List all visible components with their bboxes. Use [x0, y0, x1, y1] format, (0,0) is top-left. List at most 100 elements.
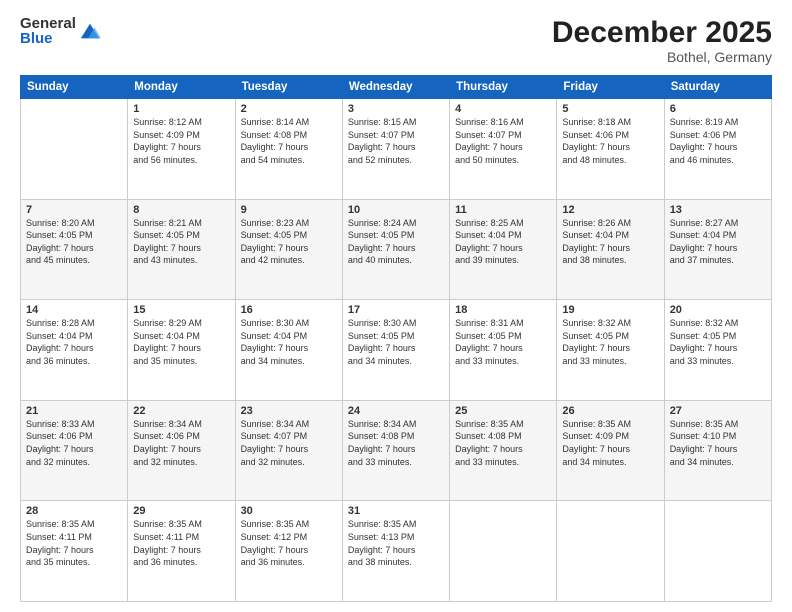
day-number: 5: [562, 103, 658, 115]
weekday-header: Sunday: [21, 76, 128, 99]
logo: General Blue: [20, 16, 101, 46]
day-number: 2: [241, 103, 337, 115]
calendar-cell: [450, 501, 557, 602]
day-number: 16: [241, 304, 337, 316]
title-block: December 2025 Bothel, Germany: [552, 16, 772, 65]
calendar-cell: 20Sunrise: 8:32 AM Sunset: 4:05 PM Dayli…: [664, 300, 771, 401]
day-number: 29: [133, 505, 229, 517]
calendar-cell: 25Sunrise: 8:35 AM Sunset: 4:08 PM Dayli…: [450, 400, 557, 501]
calendar-table: SundayMondayTuesdayWednesdayThursdayFrid…: [20, 75, 772, 602]
day-info: Sunrise: 8:35 AM Sunset: 4:08 PM Dayligh…: [455, 418, 551, 468]
logo-icon: [79, 20, 101, 42]
day-info: Sunrise: 8:35 AM Sunset: 4:10 PM Dayligh…: [670, 418, 766, 468]
day-number: 1: [133, 103, 229, 115]
page: General Blue December 2025 Bothel, Germa…: [0, 0, 792, 612]
day-number: 31: [348, 505, 444, 517]
day-info: Sunrise: 8:35 AM Sunset: 4:09 PM Dayligh…: [562, 418, 658, 468]
day-info: Sunrise: 8:27 AM Sunset: 4:04 PM Dayligh…: [670, 217, 766, 267]
logo-blue: Blue: [20, 31, 76, 46]
weekday-header: Saturday: [664, 76, 771, 99]
weekday-header-row: SundayMondayTuesdayWednesdayThursdayFrid…: [21, 76, 772, 99]
calendar-cell: 24Sunrise: 8:34 AM Sunset: 4:08 PM Dayli…: [342, 400, 449, 501]
day-info: Sunrise: 8:28 AM Sunset: 4:04 PM Dayligh…: [26, 317, 122, 367]
calendar-cell: 18Sunrise: 8:31 AM Sunset: 4:05 PM Dayli…: [450, 300, 557, 401]
day-info: Sunrise: 8:34 AM Sunset: 4:08 PM Dayligh…: [348, 418, 444, 468]
day-info: Sunrise: 8:35 AM Sunset: 4:11 PM Dayligh…: [133, 518, 229, 568]
calendar-cell: 11Sunrise: 8:25 AM Sunset: 4:04 PM Dayli…: [450, 199, 557, 300]
day-info: Sunrise: 8:30 AM Sunset: 4:05 PM Dayligh…: [348, 317, 444, 367]
day-number: 12: [562, 204, 658, 216]
calendar-cell: 13Sunrise: 8:27 AM Sunset: 4:04 PM Dayli…: [664, 199, 771, 300]
day-info: Sunrise: 8:30 AM Sunset: 4:04 PM Dayligh…: [241, 317, 337, 367]
day-info: Sunrise: 8:32 AM Sunset: 4:05 PM Dayligh…: [562, 317, 658, 367]
calendar-cell: 15Sunrise: 8:29 AM Sunset: 4:04 PM Dayli…: [128, 300, 235, 401]
calendar-week-row: 14Sunrise: 8:28 AM Sunset: 4:04 PM Dayli…: [21, 300, 772, 401]
day-info: Sunrise: 8:20 AM Sunset: 4:05 PM Dayligh…: [26, 217, 122, 267]
day-info: Sunrise: 8:18 AM Sunset: 4:06 PM Dayligh…: [562, 116, 658, 166]
day-info: Sunrise: 8:33 AM Sunset: 4:06 PM Dayligh…: [26, 418, 122, 468]
day-number: 23: [241, 405, 337, 417]
day-info: Sunrise: 8:24 AM Sunset: 4:05 PM Dayligh…: [348, 217, 444, 267]
day-number: 15: [133, 304, 229, 316]
day-info: Sunrise: 8:29 AM Sunset: 4:04 PM Dayligh…: [133, 317, 229, 367]
calendar-cell: 14Sunrise: 8:28 AM Sunset: 4:04 PM Dayli…: [21, 300, 128, 401]
calendar-cell: 8Sunrise: 8:21 AM Sunset: 4:05 PM Daylig…: [128, 199, 235, 300]
day-number: 4: [455, 103, 551, 115]
calendar-cell: 3Sunrise: 8:15 AM Sunset: 4:07 PM Daylig…: [342, 99, 449, 200]
calendar-cell: 27Sunrise: 8:35 AM Sunset: 4:10 PM Dayli…: [664, 400, 771, 501]
day-number: 21: [26, 405, 122, 417]
day-info: Sunrise: 8:12 AM Sunset: 4:09 PM Dayligh…: [133, 116, 229, 166]
calendar-cell: 31Sunrise: 8:35 AM Sunset: 4:13 PM Dayli…: [342, 501, 449, 602]
calendar-cell: [557, 501, 664, 602]
day-number: 17: [348, 304, 444, 316]
header: General Blue December 2025 Bothel, Germa…: [20, 16, 772, 65]
calendar-cell: 16Sunrise: 8:30 AM Sunset: 4:04 PM Dayli…: [235, 300, 342, 401]
day-number: 13: [670, 204, 766, 216]
day-info: Sunrise: 8:25 AM Sunset: 4:04 PM Dayligh…: [455, 217, 551, 267]
calendar-cell: 5Sunrise: 8:18 AM Sunset: 4:06 PM Daylig…: [557, 99, 664, 200]
calendar-week-row: 1Sunrise: 8:12 AM Sunset: 4:09 PM Daylig…: [21, 99, 772, 200]
calendar-cell: 22Sunrise: 8:34 AM Sunset: 4:06 PM Dayli…: [128, 400, 235, 501]
day-number: 24: [348, 405, 444, 417]
location: Bothel, Germany: [552, 49, 772, 65]
calendar-cell: 28Sunrise: 8:35 AM Sunset: 4:11 PM Dayli…: [21, 501, 128, 602]
weekday-header: Wednesday: [342, 76, 449, 99]
calendar-cell: 1Sunrise: 8:12 AM Sunset: 4:09 PM Daylig…: [128, 99, 235, 200]
day-number: 6: [670, 103, 766, 115]
calendar-cell: 26Sunrise: 8:35 AM Sunset: 4:09 PM Dayli…: [557, 400, 664, 501]
day-info: Sunrise: 8:15 AM Sunset: 4:07 PM Dayligh…: [348, 116, 444, 166]
day-info: Sunrise: 8:35 AM Sunset: 4:12 PM Dayligh…: [241, 518, 337, 568]
day-number: 26: [562, 405, 658, 417]
calendar-cell: [664, 501, 771, 602]
day-info: Sunrise: 8:26 AM Sunset: 4:04 PM Dayligh…: [562, 217, 658, 267]
calendar-cell: 21Sunrise: 8:33 AM Sunset: 4:06 PM Dayli…: [21, 400, 128, 501]
day-number: 19: [562, 304, 658, 316]
calendar-cell: 17Sunrise: 8:30 AM Sunset: 4:05 PM Dayli…: [342, 300, 449, 401]
weekday-header: Thursday: [450, 76, 557, 99]
weekday-header: Friday: [557, 76, 664, 99]
day-number: 30: [241, 505, 337, 517]
calendar-cell: 7Sunrise: 8:20 AM Sunset: 4:05 PM Daylig…: [21, 199, 128, 300]
calendar-cell: 29Sunrise: 8:35 AM Sunset: 4:11 PM Dayli…: [128, 501, 235, 602]
calendar-cell: [21, 99, 128, 200]
calendar-cell: 30Sunrise: 8:35 AM Sunset: 4:12 PM Dayli…: [235, 501, 342, 602]
day-info: Sunrise: 8:23 AM Sunset: 4:05 PM Dayligh…: [241, 217, 337, 267]
day-info: Sunrise: 8:32 AM Sunset: 4:05 PM Dayligh…: [670, 317, 766, 367]
day-info: Sunrise: 8:35 AM Sunset: 4:11 PM Dayligh…: [26, 518, 122, 568]
day-info: Sunrise: 8:34 AM Sunset: 4:07 PM Dayligh…: [241, 418, 337, 468]
calendar-week-row: 7Sunrise: 8:20 AM Sunset: 4:05 PM Daylig…: [21, 199, 772, 300]
day-number: 18: [455, 304, 551, 316]
day-number: 14: [26, 304, 122, 316]
calendar-cell: 9Sunrise: 8:23 AM Sunset: 4:05 PM Daylig…: [235, 199, 342, 300]
calendar-cell: 12Sunrise: 8:26 AM Sunset: 4:04 PM Dayli…: [557, 199, 664, 300]
day-info: Sunrise: 8:34 AM Sunset: 4:06 PM Dayligh…: [133, 418, 229, 468]
weekday-header: Tuesday: [235, 76, 342, 99]
logo-general: General: [20, 16, 76, 31]
day-number: 25: [455, 405, 551, 417]
day-number: 22: [133, 405, 229, 417]
day-number: 20: [670, 304, 766, 316]
calendar-cell: 2Sunrise: 8:14 AM Sunset: 4:08 PM Daylig…: [235, 99, 342, 200]
day-number: 28: [26, 505, 122, 517]
calendar-cell: 19Sunrise: 8:32 AM Sunset: 4:05 PM Dayli…: [557, 300, 664, 401]
calendar-cell: 6Sunrise: 8:19 AM Sunset: 4:06 PM Daylig…: [664, 99, 771, 200]
